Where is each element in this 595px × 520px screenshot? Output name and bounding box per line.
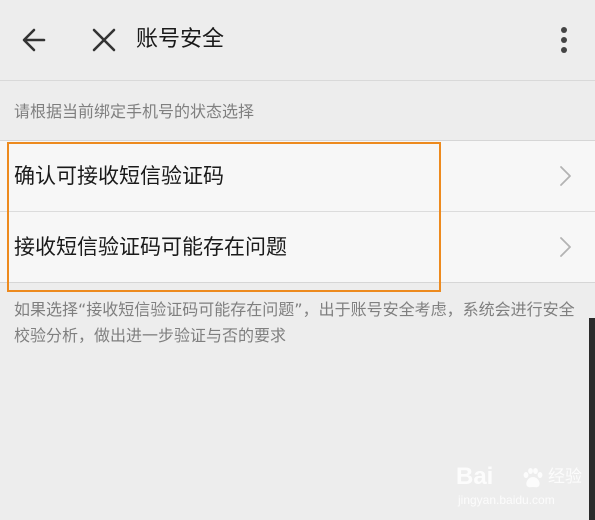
watermark-brand: Bai [456,463,494,490]
close-button[interactable] [86,22,122,58]
page-title: 账号安全 [136,27,225,52]
option-label: 接收短信验证码可能存在问题 [14,235,287,259]
baidu-jingyan-watermark: Bai 经验 jingyan.baidu.com [452,462,582,512]
option-label: 确认可接收短信验证码 [14,164,224,188]
arrow-left-icon [22,28,46,52]
scrollbar-edge [589,318,595,520]
option-list: 确认可接收短信验证码 接收短信验证码可能存在问题 [0,140,595,283]
chevron-right-icon [560,166,571,186]
app-header: 账号安全 [0,0,595,81]
paw-icon [523,468,543,488]
more-vertical-icon [561,27,567,53]
selection-hint: 请根据当前绑定手机号的状态选择 [14,102,255,121]
back-button[interactable] [16,22,52,58]
more-options-button[interactable] [550,22,578,58]
watermark-jingyan: 经验 [548,467,582,487]
option-sms-problem[interactable]: 接收短信验证码可能存在问题 [0,211,595,282]
explanation-note: 如果选择“接收短信验证码可能存在问题”，出于账号安全考虑，系统会进行安全校验分析… [14,300,575,345]
chevron-right-icon [560,237,571,257]
option-can-receive-sms[interactable]: 确认可接收短信验证码 [0,141,595,211]
close-icon [92,28,116,52]
watermark-url: jingyan.baidu.com [458,493,555,507]
